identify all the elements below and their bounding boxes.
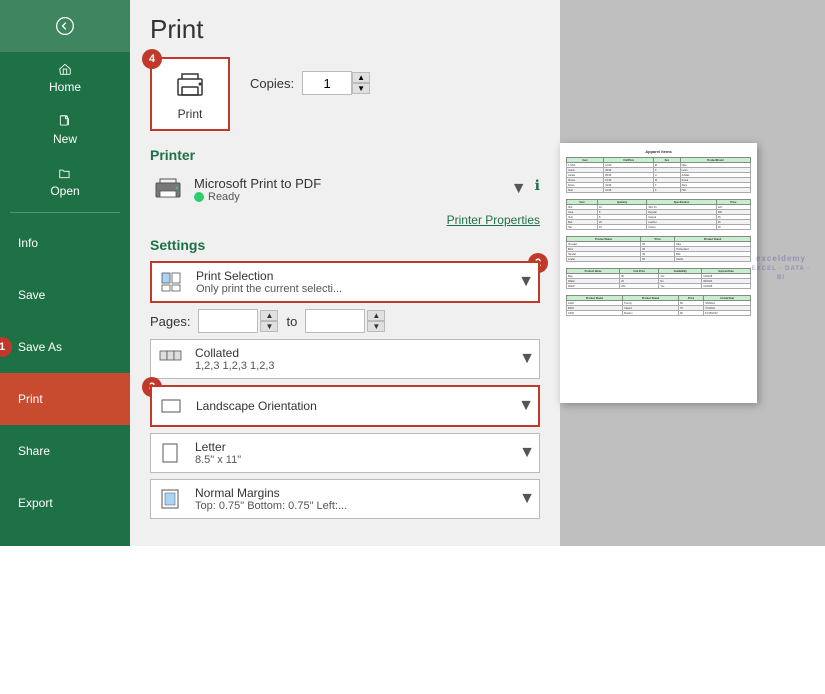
sidebar-save-label: Save (18, 288, 45, 302)
sidebar-export-label: Export (18, 496, 53, 510)
orientation-text: Landscape Orientation (190, 395, 514, 417)
sidebar-account-label: Account (18, 661, 61, 675)
orientation-arrow[interactable]: ▼ (514, 397, 538, 415)
orientation-icon (152, 387, 190, 425)
sidebar-print-label: Print (18, 392, 43, 406)
sidebar-save-as-label: Save As (18, 340, 62, 354)
printer-section-title: Printer (150, 147, 540, 163)
printer-name: Microsoft Print to PDF (194, 176, 499, 191)
sidebar-item-publish[interactable]: Publish (0, 529, 130, 581)
margins-arrow[interactable]: ▼ (515, 490, 539, 508)
main-content: Print 4 Print Copi (130, 0, 825, 546)
preview-table-3: Product NamePriceProduct Brand Sneaker65… (566, 236, 751, 262)
back-button[interactable] (0, 0, 130, 52)
paper-size-arrow[interactable]: ▼ (515, 444, 539, 462)
margins-icon (151, 480, 189, 518)
sidebar-share-label: Share (18, 444, 50, 458)
pages-to-input[interactable] (305, 309, 365, 333)
settings-section-title: Settings (150, 237, 540, 253)
printer-properties-link[interactable]: Printer Properties (150, 213, 540, 227)
pages-to-label: to (286, 314, 297, 329)
copies-area: Copies: ▲ ▼ (250, 71, 370, 95)
printer-icon (150, 171, 186, 207)
collated-dropdown[interactable]: Collated 1,2,3 1,2,3 1,2,3 ▼ (150, 339, 540, 379)
pages-label: Pages: (150, 314, 190, 329)
copies-spinner[interactable]: ▲ ▼ (352, 72, 370, 94)
margins-text: Normal Margins Top: 0.75" Bottom: 0.75" … (189, 482, 515, 516)
margins-dropdown[interactable]: Normal Margins Top: 0.75" Bottom: 0.75" … (150, 479, 540, 519)
sidebar-item-close[interactable]: Close (0, 590, 130, 642)
print-selection-arrow[interactable]: ▼ (514, 273, 538, 291)
sidebar-item-print[interactable]: Print (0, 373, 130, 425)
copies-input[interactable] (302, 71, 352, 95)
watermark: exceldemyEXCEL · DATA · BI (747, 254, 815, 281)
pages-row: Pages: ▲ ▼ to ▲ ▼ (150, 309, 540, 333)
page-title: Print (150, 14, 540, 45)
print-preview-page: Apparel Items ItemUnitPriceSexProductBra… (560, 143, 757, 403)
sidebar-info-label: Info (18, 236, 38, 250)
sidebar-open-label: Open (50, 184, 79, 198)
collated-text: Collated 1,2,3 1,2,3 1,2,3 (189, 342, 515, 376)
preview-table-4: Product NameUnit PriceAvailabilityExpire… (566, 268, 751, 289)
sidebar-item-account[interactable]: Account (0, 642, 130, 694)
print-selection-icon (152, 263, 190, 301)
copies-up[interactable]: ▲ (352, 72, 370, 83)
printer-status: Ready (194, 191, 499, 203)
sidebar-item-export[interactable]: Export (0, 477, 130, 529)
sidebar-publish-label: Publish (18, 548, 57, 562)
sidebar-item-home[interactable]: Home (0, 52, 130, 104)
printer-info-icon[interactable]: ℹ (535, 177, 540, 194)
print-selection-text: Print Selection Only print the current s… (190, 265, 514, 299)
copies-label: Copies: (250, 76, 294, 91)
copies-down[interactable]: ▼ (352, 83, 370, 94)
paper-size-dropdown[interactable]: Letter 8.5" x 11" ▼ (150, 433, 540, 473)
collated-icon (151, 340, 189, 378)
print-button-label: Print (178, 107, 203, 121)
preview-table-5: Product ModelProduct BrandPriceArrival D… (566, 295, 751, 316)
printer-info: Microsoft Print to PDF Ready (194, 176, 499, 203)
sidebar-home-label: Home (49, 80, 81, 94)
paper-size-icon (151, 434, 189, 472)
badge-1: 1 (0, 337, 12, 357)
collated-arrow[interactable]: ▼ (515, 350, 539, 368)
preview-table-2: ItemQuantitySpecificationPrice Suit10Sli… (566, 199, 751, 230)
pages-from-input[interactable] (198, 309, 258, 333)
sidebar-item-new[interactable]: New (0, 104, 130, 156)
badge-4: 4 (142, 49, 162, 69)
sidebar-item-save-as[interactable]: 1 Save As (0, 321, 130, 373)
sidebar-new-label: New (53, 132, 77, 146)
pages-to-spinner[interactable]: ▲ ▼ (367, 310, 385, 332)
sidebar-item-info[interactable]: Info (0, 217, 130, 269)
orientation-dropdown[interactable]: Landscape Orientation ▼ (150, 385, 540, 427)
preview-table-1: ItemUnitPriceSexProductBrand T-Shirt12.9… (566, 157, 751, 193)
sidebar-item-save[interactable]: Save (0, 269, 130, 321)
sidebar-close-label: Close (18, 609, 49, 623)
status-indicator (194, 192, 204, 202)
print-selection-dropdown[interactable]: Print Selection Only print the current s… (150, 261, 540, 303)
print-button[interactable]: Print (150, 57, 230, 131)
print-preview-area: Apparel Items ItemUnitPriceSexProductBra… (560, 0, 825, 546)
sidebar-item-share[interactable]: Share (0, 425, 130, 477)
printer-dropdown-arrow[interactable]: ▼ (507, 177, 531, 201)
sidebar: Home New Open Info Save 1 Save As Print … (0, 0, 130, 546)
preview-content: Apparel Items ItemUnitPriceSexProductBra… (566, 149, 751, 397)
print-settings-panel: Print 4 Print Copi (130, 0, 560, 546)
sidebar-item-open[interactable]: Open (0, 156, 130, 208)
pages-from-spinner[interactable]: ▲ ▼ (260, 310, 278, 332)
paper-size-text: Letter 8.5" x 11" (189, 436, 515, 470)
